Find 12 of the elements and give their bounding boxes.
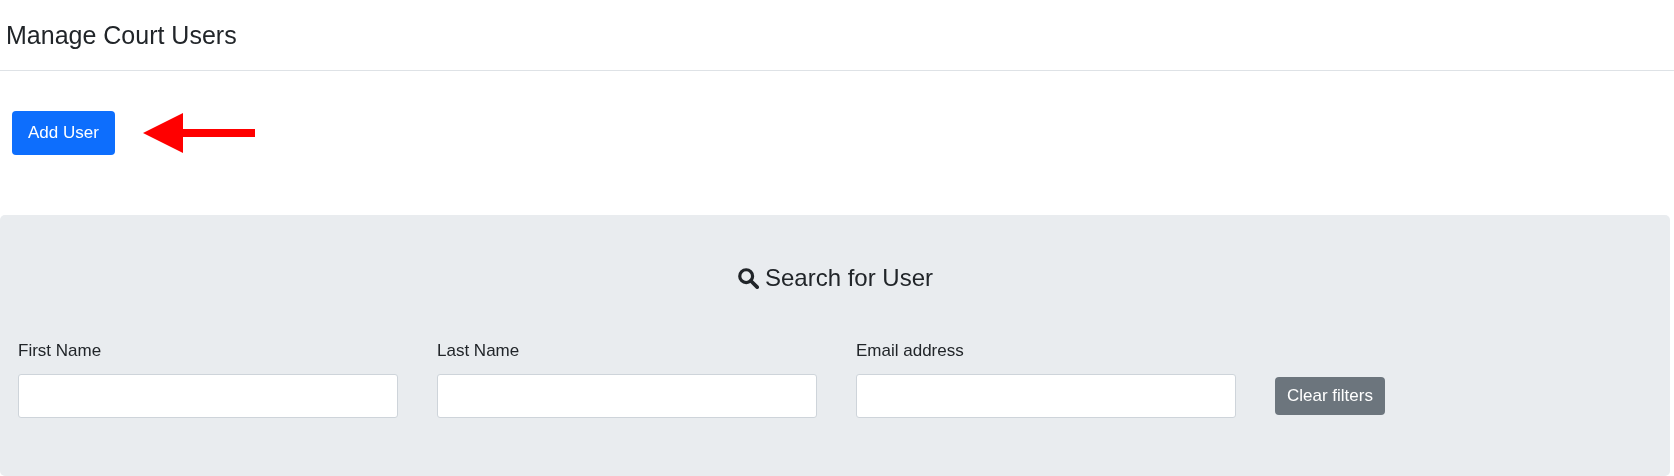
input-field[interactable] [18, 373, 398, 418]
add-user-button[interactable]: Add User [12, 111, 115, 155]
input-field[interactable] [437, 373, 817, 418]
search-icon [736, 267, 759, 289]
field-label: First Name [18, 340, 103, 362]
page-title: Manage Court Users [6, 22, 237, 48]
search-title: Search for User [764, 263, 934, 293]
clear-filters-button[interactable]: Clear filters [1275, 376, 1385, 415]
field-label: Last Name [437, 340, 521, 362]
arrow-icon [142, 113, 255, 153]
input-field[interactable] [856, 373, 1236, 418]
field-label: Email address [856, 340, 965, 362]
